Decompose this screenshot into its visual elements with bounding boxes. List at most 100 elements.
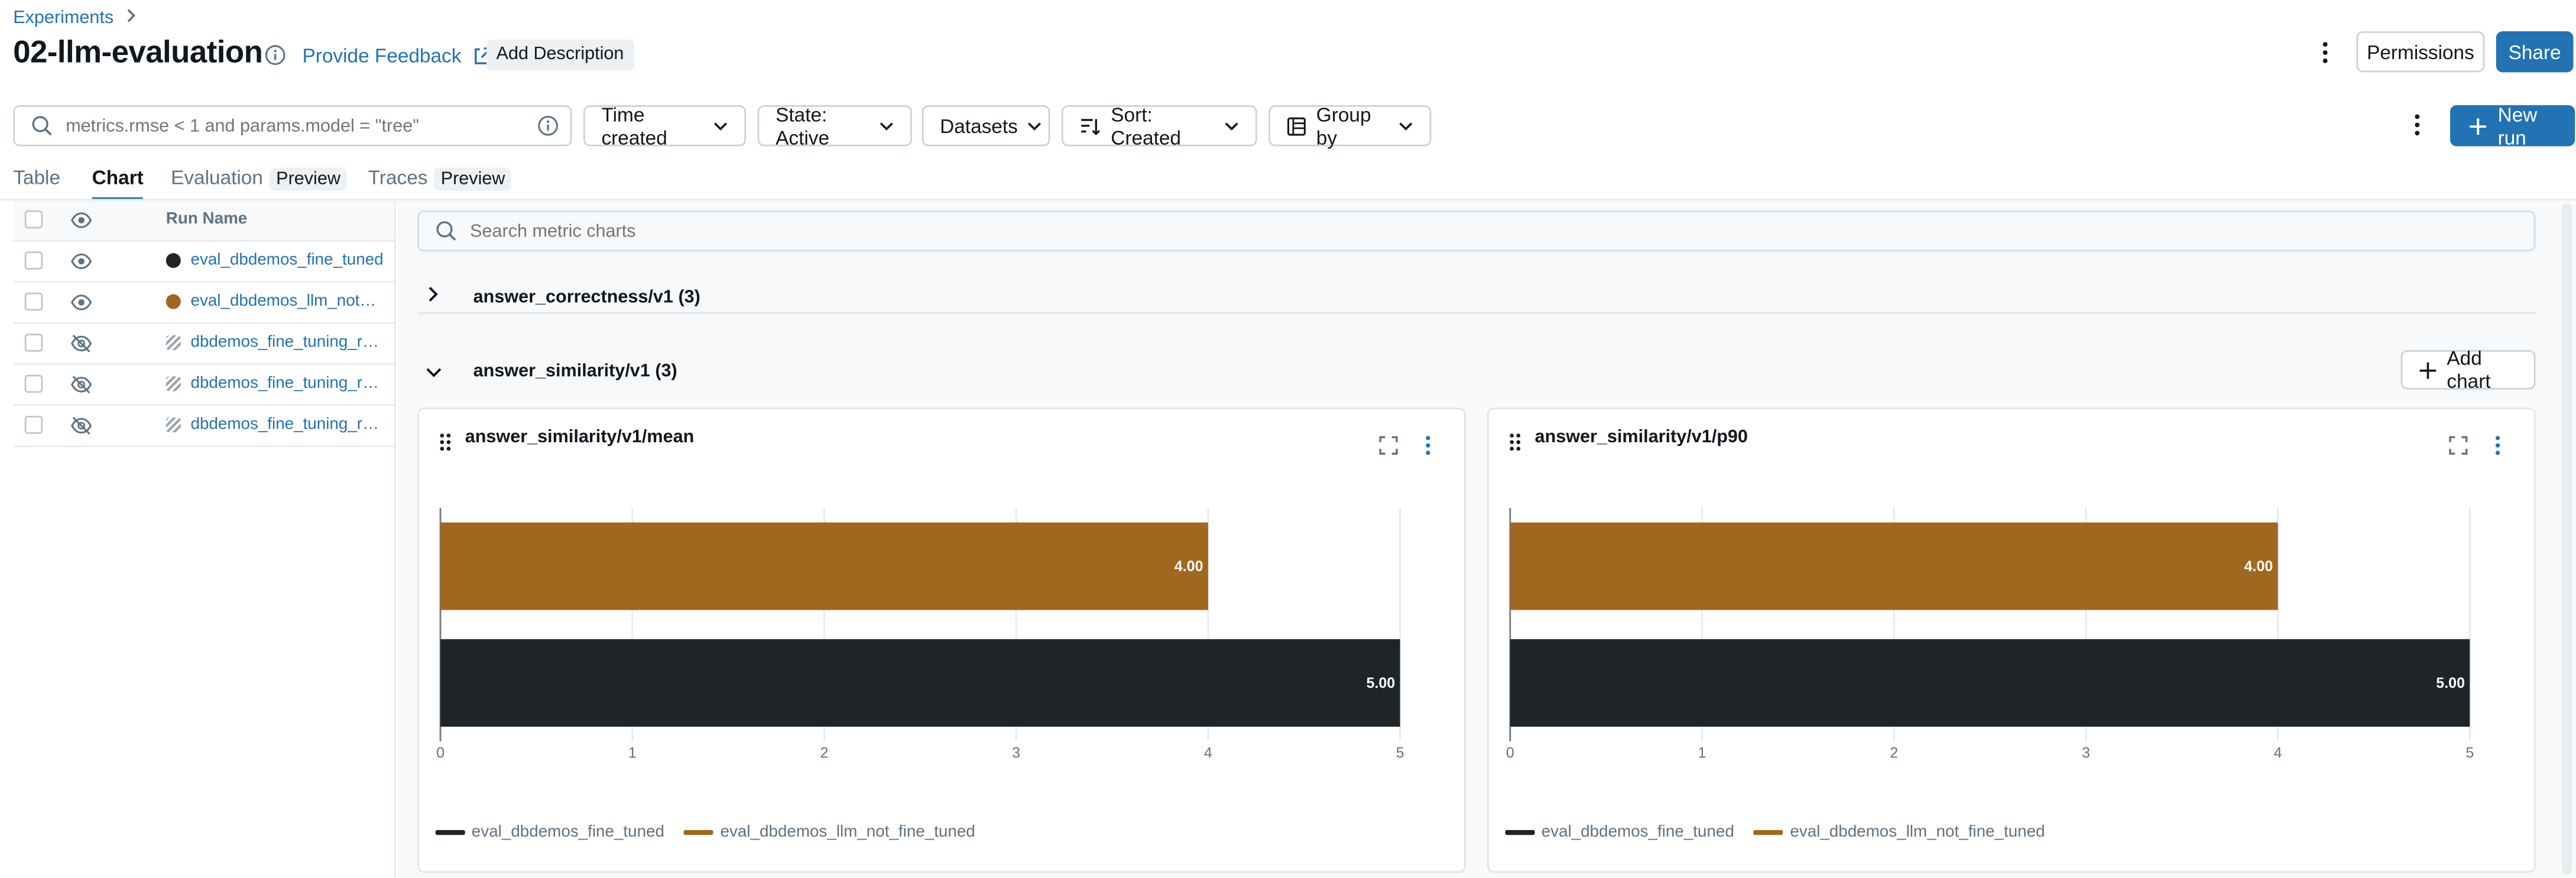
- eye-off-icon[interactable]: [71, 333, 92, 353]
- share-label[interactable]: Share: [2509, 40, 2561, 63]
- row-checkbox[interactable]: [24, 292, 43, 311]
- legend-swatch: [435, 830, 465, 835]
- chevron-down-icon: [879, 121, 894, 131]
- share-button[interactable]: Share: [2496, 31, 2574, 73]
- eye-icon[interactable]: [71, 253, 92, 270]
- run-name-link[interactable]: eval_dbdemos_fine_tuned: [190, 251, 384, 270]
- data-label: 4.00: [1175, 558, 1203, 575]
- fullscreen-icon[interactable]: [1378, 436, 1398, 455]
- chevron-down-icon: [713, 121, 728, 131]
- sort-label[interactable]: Sort: Created: [1111, 103, 1214, 149]
- run-name-link[interactable]: dbdemos_fine_tuning_run_1: [190, 333, 384, 352]
- tab-label[interactable]: Traces: [368, 166, 428, 189]
- select-all-checkbox[interactable]: [24, 210, 43, 229]
- breadcrumb[interactable]: Experiments: [13, 8, 137, 28]
- bar: [440, 639, 1400, 727]
- add-description-button[interactable]: Add Description: [486, 39, 634, 71]
- sort-dropdown[interactable]: Sort: Created: [1061, 103, 1257, 149]
- row-checkbox[interactable]: [24, 333, 43, 352]
- kebab-menu-icon[interactable]: [2315, 40, 2335, 66]
- add-chart-button[interactable]: Add chart: [2400, 347, 2536, 393]
- kebab-menu-icon[interactable]: [2491, 434, 2504, 457]
- tick-label: 2: [820, 745, 828, 762]
- breadcrumb-experiments[interactable]: Experiments: [13, 8, 113, 28]
- tab-traces[interactable]: Traces Preview: [368, 166, 512, 199]
- info-icon[interactable]: [265, 44, 286, 66]
- eye-off-icon[interactable]: [71, 375, 92, 394]
- drag-handle-icon[interactable]: [1508, 432, 1521, 452]
- time-created-label[interactable]: Time created: [601, 103, 703, 149]
- kebab-menu-icon[interactable]: [2408, 112, 2427, 138]
- table-row[interactable]: eval_dbdemos_fine_tuned: [13, 242, 395, 283]
- group-by-label[interactable]: Group by: [1316, 103, 1388, 149]
- bar-chart: 0 1 2 3 4 5 4.00 5.00: [436, 508, 1404, 762]
- drag-handle-icon[interactable]: [439, 432, 452, 452]
- datasets-dropdown[interactable]: Datasets: [922, 105, 1050, 147]
- sort-icon: [1079, 116, 1101, 135]
- bar: [1510, 639, 2470, 727]
- eye-icon[interactable]: [71, 212, 92, 229]
- data-label: 5.00: [2436, 675, 2465, 691]
- info-icon[interactable]: [537, 115, 559, 137]
- tick-label: 1: [628, 745, 637, 762]
- permissions-button[interactable]: Permissions: [2356, 31, 2485, 73]
- group-by-dropdown[interactable]: Group by: [1268, 103, 1432, 149]
- metric-search-box[interactable]: [417, 210, 2536, 252]
- tick-label: 2: [1890, 745, 1898, 762]
- new-run-button[interactable]: New run: [2450, 103, 2575, 149]
- row-checkbox[interactable]: [24, 374, 43, 393]
- tick-label: 4: [2274, 745, 2282, 762]
- chart-legend: eval_dbdemos_fine_tuned eval_dbdemos_llm…: [1505, 824, 2045, 841]
- search-input[interactable]: [62, 114, 530, 138]
- chevron-right-icon[interactable]: [427, 286, 439, 303]
- run-name-link[interactable]: dbdemos_fine_tuning_run_3: [190, 416, 384, 434]
- provide-feedback-label[interactable]: Provide Feedback: [303, 44, 462, 67]
- time-created-dropdown[interactable]: Time created: [583, 103, 747, 149]
- add-description-label[interactable]: Add Description: [497, 44, 624, 64]
- run-name-link[interactable]: eval_dbdemos_llm_not_fine_tuned: [190, 293, 384, 311]
- state-dropdown[interactable]: State: Active: [757, 103, 912, 149]
- chart-card-mean: answer_similarity/v1/mean 0 1 2 3 4 5 4.00 5.00…: [417, 407, 1466, 873]
- eye-icon[interactable]: [71, 294, 92, 311]
- tab-label[interactable]: Evaluation: [171, 166, 263, 189]
- table-row[interactable]: dbdemos_fine_tuning_run_3: [13, 406, 395, 448]
- row-checkbox[interactable]: [24, 251, 43, 270]
- state-label[interactable]: State: Active: [776, 103, 869, 149]
- legend-item[interactable]: eval_dbdemos_fine_tuned: [435, 824, 664, 841]
- chart-legend: eval_dbdemos_fine_tuned eval_dbdemos_llm…: [435, 824, 975, 841]
- run-name-link[interactable]: dbdemos_fine_tuning_run_2: [190, 375, 384, 393]
- provide-feedback-link[interactable]: Provide Feedback: [303, 44, 493, 67]
- section-answer-correctness[interactable]: answer_correctness/v1 (3): [417, 273, 2536, 314]
- tick-label: 0: [436, 745, 445, 762]
- tab-label[interactable]: Chart: [92, 166, 144, 189]
- tab-evaluation[interactable]: Evaluation Preview: [171, 166, 348, 199]
- metric-search-input[interactable]: [466, 219, 2445, 243]
- table-row[interactable]: dbdemos_fine_tuning_run_1: [13, 324, 395, 365]
- table-row[interactable]: eval_dbdemos_llm_not_fine_tuned: [13, 283, 395, 324]
- vertical-scrollbar[interactable]: [2562, 203, 2572, 874]
- chevron-down-icon[interactable]: [426, 367, 442, 378]
- tab-chart[interactable]: Chart: [92, 166, 144, 201]
- datasets-label[interactable]: Datasets: [940, 114, 1018, 137]
- legend-item[interactable]: eval_dbdemos_llm_not_fine_tuned: [684, 824, 975, 841]
- data-label: 5.00: [1367, 675, 1396, 691]
- fullscreen-icon[interactable]: [2448, 436, 2468, 455]
- section-answer-similarity[interactable]: answer_similarity/v1 (3) Add chart: [417, 347, 2536, 396]
- section-count: (3): [655, 361, 677, 381]
- add-chart-label[interactable]: Add chart: [2447, 347, 2517, 393]
- legend-swatch: [684, 830, 714, 835]
- eye-off-icon[interactable]: [71, 416, 92, 435]
- permissions-label[interactable]: Permissions: [2367, 40, 2474, 63]
- runs-table-header: Run Name: [13, 200, 395, 242]
- new-run-label[interactable]: New run: [2498, 103, 2557, 149]
- tab-table[interactable]: Table: [13, 166, 60, 199]
- row-checkbox[interactable]: [24, 416, 43, 434]
- tab-label[interactable]: Table: [13, 166, 60, 189]
- chevron-down-icon: [1224, 121, 1239, 131]
- table-row[interactable]: dbdemos_fine_tuning_run_2: [13, 365, 395, 406]
- section-name: answer_correctness/v1: [473, 287, 673, 307]
- legend-item[interactable]: eval_dbdemos_llm_not_fine_tuned: [1754, 824, 2045, 841]
- search-box[interactable]: [13, 105, 572, 147]
- kebab-menu-icon[interactable]: [1422, 434, 1435, 457]
- legend-item[interactable]: eval_dbdemos_fine_tuned: [1505, 824, 1734, 841]
